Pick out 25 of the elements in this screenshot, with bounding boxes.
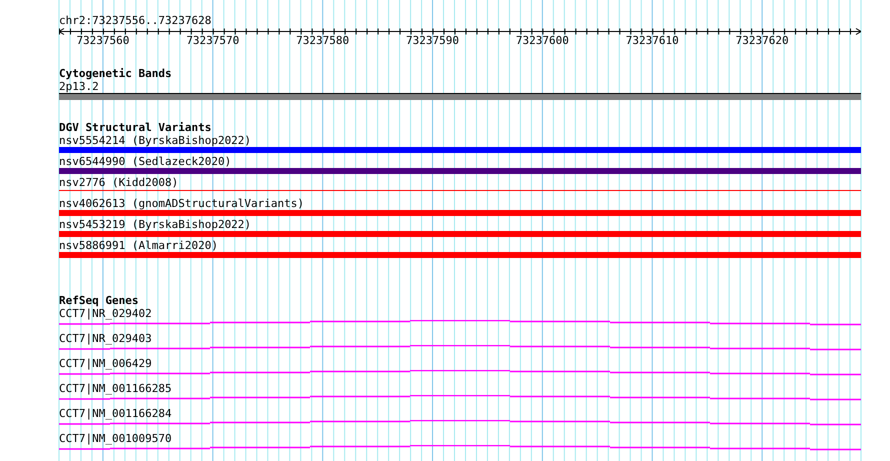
transcript-line[interactable]	[59, 320, 861, 326]
transcript-line[interactable]	[59, 395, 861, 400]
ruler-axis: 73237560 73237570 73237580 73237590 73237600 73237610 73237620	[59, 27, 861, 47]
cytoband-bar[interactable]	[59, 93, 861, 100]
variant-label: nsv5554214 (ByrskaBishop2022)	[59, 134, 252, 147]
track-title: DGV Structural Variants	[59, 121, 212, 134]
transcript-line[interactable]	[59, 445, 861, 450]
transcript-label: CCT7|NR_029403	[59, 332, 152, 345]
location-label: chr2:73237556..73237628	[59, 13, 212, 27]
transcript-line[interactable]	[59, 370, 861, 376]
transcript-label: CCT7|NR_029402	[59, 307, 152, 320]
track-title: Cytogenetic Bands	[59, 67, 172, 80]
transcript-label: CCT7|NM_001166284	[59, 407, 172, 420]
transcript-line[interactable]	[59, 420, 861, 426]
transcript-label: CCT7|NM_006429	[59, 357, 152, 370]
band-label: 2p13.2	[59, 80, 99, 93]
variant-label: nsv2776 (Kidd2008)	[59, 176, 178, 189]
variant-label: nsv4062613 (gnomADStructuralVariants)	[59, 197, 304, 210]
variant-label: nsv5886991 (Almarri2020)	[59, 239, 218, 252]
transcript-line[interactable]	[59, 345, 861, 350]
track-title: RefSeq Genes	[59, 294, 138, 307]
variant-label: nsv6544990 (Sedlazeck2020)	[59, 155, 232, 168]
transcript-label: CCT7|NM_001166285	[59, 382, 172, 395]
transcript-label: CCT7|NM_001009570	[59, 432, 172, 445]
variant-label: nsv5453219 (ByrskaBishop2022)	[59, 218, 252, 231]
